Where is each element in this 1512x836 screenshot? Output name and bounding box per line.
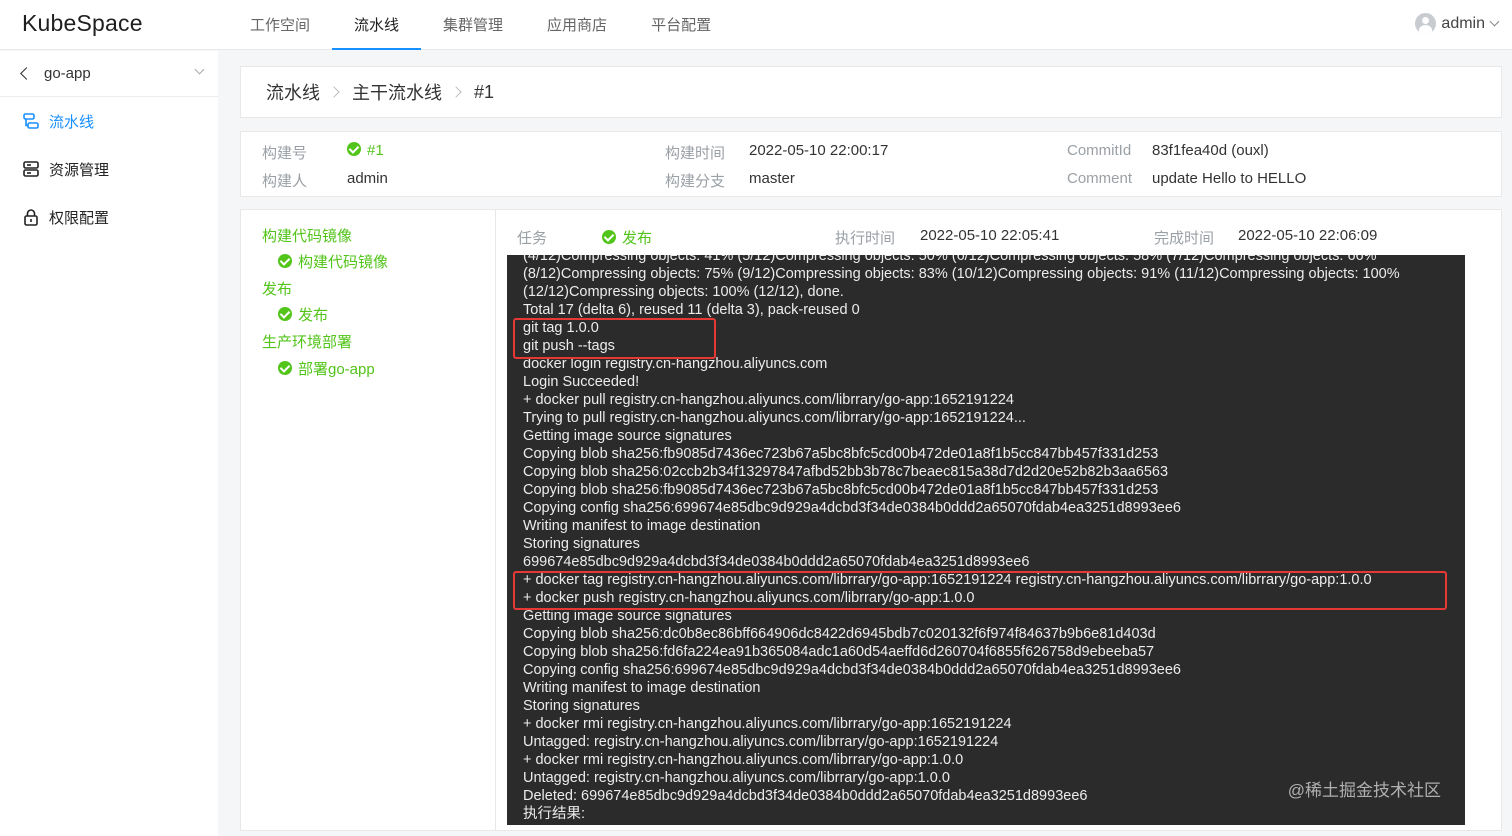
task-name: 发布 xyxy=(602,227,652,248)
log-line: Copying config sha256:699674e85dbc9d929a… xyxy=(523,500,1181,516)
log-line: Writing manifest to image destination xyxy=(523,680,761,696)
breadcrumb-main-pipeline[interactable]: 主干流水线 xyxy=(352,79,442,105)
nav-tab-appstore[interactable]: 应用商店 xyxy=(525,0,629,50)
comment-label: Comment xyxy=(1067,170,1133,187)
finish-time-label: 完成时间 xyxy=(1154,230,1215,247)
log-line: Storing signatures xyxy=(523,698,640,714)
exec-time-label: 执行时间 xyxy=(835,230,896,247)
success-check-icon xyxy=(278,361,292,375)
job-label: 构建代码镜像 xyxy=(298,254,389,271)
sidebar-item-resources[interactable]: 资源管理 xyxy=(0,145,218,193)
build-no-text: #1 xyxy=(367,142,384,159)
log-line: Getting image source signatures xyxy=(523,428,732,444)
log-line: 执行结果: xyxy=(523,806,586,822)
build-info-panel: 构建号 #1 构建人 admin 构建时间 2022-05-10 22:00:1… xyxy=(240,131,1502,197)
build-detail-panel: 构建代码镜像 构建代码镜像 发布 发布 生产环境部署 部署go-app 任务 发… xyxy=(240,209,1502,831)
watermark: @稀土掘金技术社区 xyxy=(1287,781,1441,800)
app-logo[interactable]: KubeSpace xyxy=(22,10,143,37)
log-line: 699674e85dbc9d929a4dcbd3f34de0384b0ddd2a… xyxy=(523,554,1030,570)
sidebar-item-permissions[interactable]: 权限配置 xyxy=(0,193,218,241)
stage-prod-deploy[interactable]: 生产环境部署 xyxy=(262,331,352,352)
nav-tab-pipeline[interactable]: 流水线 xyxy=(332,0,422,50)
breadcrumb: 流水线 主干流水线 #1 xyxy=(240,66,1502,118)
log-line: Copying config sha256:699674e85dbc9d929a… xyxy=(523,662,1181,678)
success-check-icon xyxy=(602,230,616,244)
log-line: (4/12)Compressing objects: 41% (5/12)Com… xyxy=(523,255,1377,264)
sidebar-item-pipeline[interactable]: 流水线 xyxy=(0,97,218,145)
chevron-right-icon xyxy=(450,86,462,98)
sidebar-item-label: 流水线 xyxy=(49,113,95,131)
comment-value: update Hello to HELLO xyxy=(1152,170,1307,187)
sidebar: go-app 流水线 资源管理 权限配置 xyxy=(0,51,218,836)
builder-label: 构建人 xyxy=(262,173,308,190)
app-selector[interactable]: go-app xyxy=(0,51,218,97)
success-check-icon xyxy=(278,254,292,268)
stage-release[interactable]: 发布 xyxy=(262,278,292,299)
breadcrumb-build: #1 xyxy=(474,81,495,102)
log-line: + docker rmi registry.cn-hangzhou.aliyun… xyxy=(523,716,1012,732)
log-line: Writing manifest to image destination xyxy=(523,518,761,534)
chevron-right-icon xyxy=(328,86,340,98)
app-name: go-app xyxy=(44,65,91,82)
task-label: 任务 xyxy=(517,230,548,247)
log-line: Total 17 (delta 6), reused 11 (delta 3),… xyxy=(523,302,860,318)
build-time-label: 构建时间 xyxy=(665,145,726,162)
build-time-value: 2022-05-10 22:00:17 xyxy=(749,142,889,159)
chevron-down-icon xyxy=(194,64,205,75)
commit-value: 83f1fea40d (ouxl) xyxy=(1152,142,1269,159)
task-name-text: 发布 xyxy=(622,230,653,247)
back-arrow-icon[interactable] xyxy=(20,67,33,80)
log-line: Copying blob sha256:dc0b8ec86bff664906dc… xyxy=(523,626,1156,642)
job-label: 发布 xyxy=(298,307,329,324)
success-check-icon xyxy=(278,307,292,321)
breadcrumb-pipeline[interactable]: 流水线 xyxy=(266,79,320,105)
avatar-icon xyxy=(1415,13,1437,34)
job-label: 部署go-app xyxy=(298,361,375,378)
log-line: Login Succeeded! xyxy=(523,374,640,390)
nav-tab-workspace[interactable]: 工作空间 xyxy=(228,0,332,50)
log-line: Storing signatures xyxy=(523,536,640,552)
pipeline-icon xyxy=(23,113,39,129)
stage-list: 构建代码镜像 构建代码镜像 发布 发布 生产环境部署 部署go-app xyxy=(241,210,496,830)
stage-build-image[interactable]: 构建代码镜像 xyxy=(262,225,352,246)
builder-value: admin xyxy=(347,170,388,187)
sidebar-item-label: 权限配置 xyxy=(49,209,110,227)
top-navbar: KubeSpace 工作空间 流水线 集群管理 应用商店 平台配置 admin xyxy=(0,0,1512,50)
log-line: Copying blob sha256:fb9085d7436ec723b67a… xyxy=(523,446,1159,462)
success-check-icon xyxy=(347,142,361,156)
log-console[interactable]: (4/12)Compressing objects: 41% (5/12)Com… xyxy=(507,255,1465,825)
log-line: + docker rmi registry.cn-hangzhou.aliyun… xyxy=(523,752,964,768)
log-line: (8/12)Compressing objects: 75% (9/12)Com… xyxy=(523,266,1400,282)
log-line: Copying blob sha256:fb9085d7436ec723b67a… xyxy=(523,482,1159,498)
user-menu[interactable]: admin xyxy=(1415,13,1500,34)
exec-time-value: 2022-05-10 22:05:41 xyxy=(920,227,1060,244)
highlight-box-git-tag xyxy=(513,318,716,359)
log-line: Copying blob sha256:fd6fa224ea91b365084a… xyxy=(523,644,1155,660)
log-line: Untagged: registry.cn-hangzhou.aliyuncs.… xyxy=(523,734,999,750)
server-icon xyxy=(23,161,39,177)
log-line: (12/12)Compressing objects: 100% (12/12)… xyxy=(523,284,844,300)
log-line: Copying blob sha256:02ccb2b34f13297847af… xyxy=(523,464,1169,480)
build-no-label: 构建号 xyxy=(262,145,308,162)
nav-tab-cluster[interactable]: 集群管理 xyxy=(421,0,525,50)
chevron-down-icon xyxy=(1489,16,1500,27)
branch-label: 构建分支 xyxy=(665,173,726,190)
job-build-image[interactable]: 构建代码镜像 xyxy=(278,251,388,272)
job-deploy-go-app[interactable]: 部署go-app xyxy=(278,358,375,379)
branch-value: master xyxy=(749,170,795,187)
job-release[interactable]: 发布 xyxy=(278,304,328,325)
nav-tab-platform-config[interactable]: 平台配置 xyxy=(629,0,733,50)
highlight-box-docker-tag-push xyxy=(513,571,1447,610)
user-name: admin xyxy=(1441,14,1485,32)
sidebar-item-label: 资源管理 xyxy=(49,161,110,179)
lock-icon xyxy=(24,209,38,226)
main-nav: 工作空间 流水线 集群管理 应用商店 平台配置 xyxy=(228,0,733,50)
finish-time-value: 2022-05-10 22:06:09 xyxy=(1238,227,1378,244)
build-no-value: #1 xyxy=(347,142,384,159)
log-line: + docker pull registry.cn-hangzhou.aliyu… xyxy=(523,392,1014,408)
commit-label: CommitId xyxy=(1067,142,1132,159)
log-line: Trying to pull registry.cn-hangzhou.aliy… xyxy=(523,410,1026,426)
